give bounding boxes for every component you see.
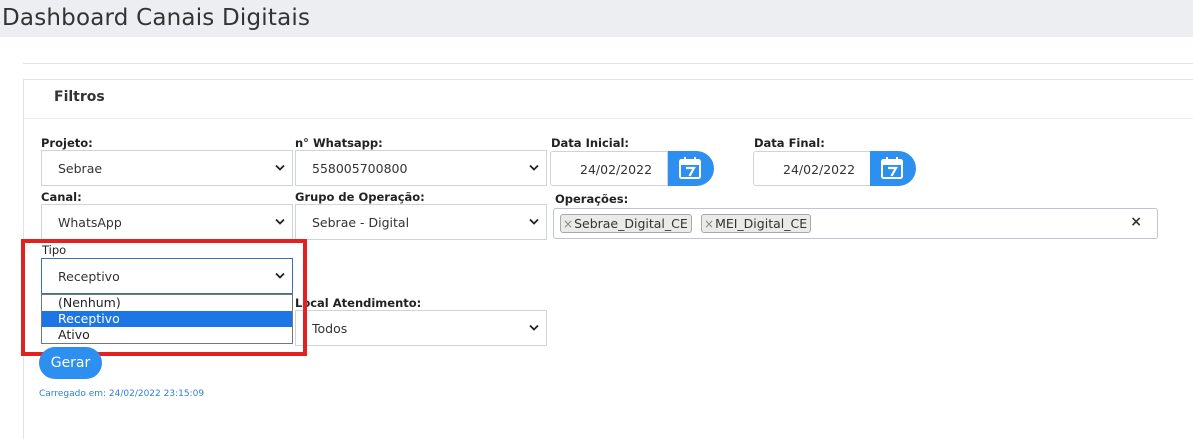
operacoes-multiselect[interactable]: ×Sebrae_Digital_CE ×MEI_Digital_CE ×: [553, 208, 1158, 239]
operacao-tag[interactable]: ×MEI_Digital_CE: [701, 214, 812, 233]
loaded-timestamp: Carregado em: 24/02/2022 23:15:09: [39, 389, 205, 399]
data-inicial-value: 24/02/2022: [580, 162, 653, 177]
data-final-label: Data Final:: [754, 136, 825, 150]
whatsapp-select[interactable]: 558005700800: [295, 150, 547, 186]
highlight-box: [21, 239, 307, 356]
calendar-icon: [679, 157, 701, 179]
operacao-tag-label: Sebrae_Digital_CE: [574, 216, 688, 231]
page-title: Dashboard Canais Digitais: [2, 5, 311, 31]
gerar-button[interactable]: Gerar: [39, 347, 102, 379]
projeto-select[interactable]: Sebrae: [41, 150, 293, 186]
divider: [23, 63, 1193, 64]
operacoes-label: Operações:: [555, 192, 629, 206]
chevron-down-icon: [529, 324, 539, 331]
operacao-tag-label: MEI_Digital_CE: [715, 216, 808, 231]
data-inicial-calendar-button[interactable]: [668, 151, 714, 186]
whatsapp-label: n° Whatsapp:: [295, 136, 383, 150]
data-final-input[interactable]: 24/02/2022: [753, 151, 871, 186]
grupo-operacao-label: Grupo de Operação:: [295, 190, 425, 204]
clear-all-icon[interactable]: ×: [1130, 214, 1142, 230]
local-atendimento-value: Todos: [312, 321, 348, 336]
data-inicial-input[interactable]: 24/02/2022: [550, 151, 668, 186]
chevron-down-icon: [529, 218, 539, 225]
chevron-down-icon: [275, 218, 285, 225]
tag-remove-icon[interactable]: ×: [704, 217, 714, 231]
local-atendimento-select[interactable]: Todos: [295, 310, 547, 346]
data-final-calendar-button[interactable]: [870, 151, 916, 186]
grupo-operacao-value: Sebrae - Digital: [312, 215, 410, 230]
panel-header-divider: [24, 118, 1193, 119]
grupo-operacao-select[interactable]: Sebrae - Digital: [295, 204, 547, 240]
canal-select[interactable]: WhatsApp: [41, 204, 293, 240]
filters-title: Filtros: [54, 89, 105, 105]
data-final-value: 24/02/2022: [783, 162, 856, 177]
local-atendimento-label: Local Atendimento:: [295, 296, 422, 310]
chevron-down-icon: [275, 164, 285, 171]
canal-value: WhatsApp: [58, 215, 122, 230]
whatsapp-value: 558005700800: [312, 161, 408, 176]
projeto-value: Sebrae: [58, 161, 103, 176]
projeto-label: Projeto:: [41, 136, 93, 150]
tag-remove-icon[interactable]: ×: [563, 217, 573, 231]
canal-label: Canal:: [41, 190, 82, 204]
chevron-down-icon: [529, 164, 539, 171]
operacao-tag[interactable]: ×Sebrae_Digital_CE: [560, 214, 692, 233]
data-inicial-label: Data Inicial:: [551, 136, 630, 150]
calendar-icon: [881, 157, 903, 179]
